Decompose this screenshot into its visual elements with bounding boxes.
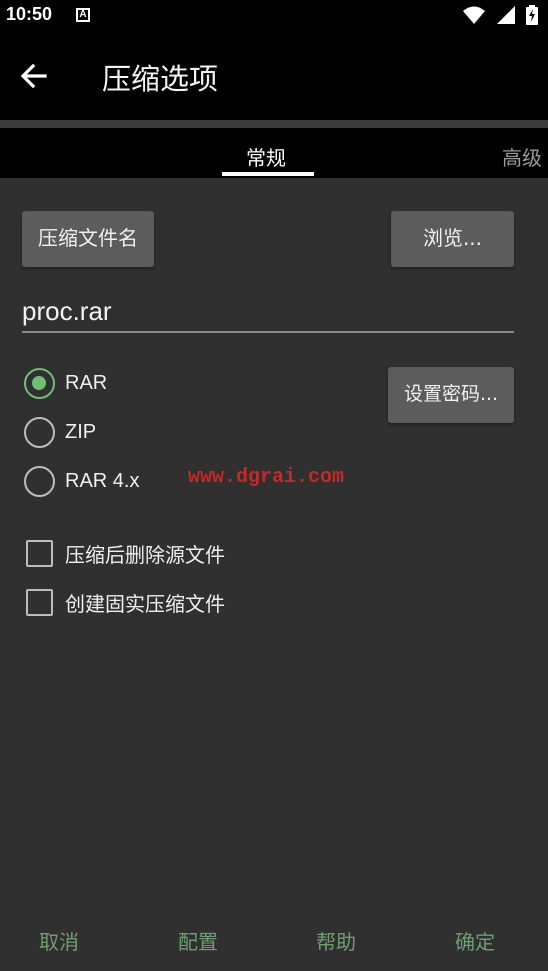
arrow-left-icon — [20, 63, 47, 89]
tab-advanced[interactable]: 高级 — [502, 142, 542, 171]
general-panel: 压缩文件名 浏览... proc.rar RAR ZIP RAR 4.x 设置密… — [0, 178, 548, 971]
checkbox-unchecked-icon — [26, 588, 53, 616]
ok-button[interactable]: 确定 — [455, 926, 495, 955]
cancel-button[interactable]: 取消 — [39, 926, 79, 955]
status-time: 10:50 — [6, 4, 53, 24]
format-label-rar4: RAR 4.x — [65, 469, 140, 492]
format-radio-zip[interactable]: ZIP — [24, 415, 96, 449]
delete-after-archiving-checkbox[interactable]: 压缩后删除源文件 — [26, 538, 225, 568]
watermark: www.dgrai.com — [188, 466, 345, 489]
format-label-zip: ZIP — [65, 420, 97, 443]
browse-button[interactable]: 浏览... — [391, 211, 514, 267]
format-radio-rar[interactable]: RAR — [24, 366, 107, 400]
status-bar: 10:50 A — [0, 0, 548, 30]
profiles-button[interactable]: 配置 — [178, 926, 218, 955]
radio-checked-icon — [24, 367, 55, 399]
app-bar: 压缩选项 — [0, 30, 548, 120]
format-label-rar: RAR — [65, 371, 108, 394]
tab-general[interactable]: 常规 — [246, 142, 286, 171]
notification-icon: A — [76, 8, 90, 22]
radio-unchecked-icon — [24, 465, 55, 497]
divider — [0, 120, 548, 128]
signal-icon — [497, 6, 515, 24]
wifi-icon — [463, 6, 485, 24]
tab-indicator — [222, 172, 314, 176]
create-solid-archive-label: 创建固实压缩文件 — [65, 591, 225, 616]
create-solid-archive-checkbox[interactable]: 创建固实压缩文件 — [26, 587, 225, 617]
tab-bar: 常规 高级 — [0, 128, 548, 178]
radio-unchecked-icon — [24, 416, 55, 448]
checkbox-unchecked-icon — [26, 539, 53, 567]
archive-name-button[interactable]: 压缩文件名 — [22, 211, 154, 267]
delete-after-archiving-label: 压缩后删除源文件 — [65, 542, 225, 567]
help-button[interactable]: 帮助 — [316, 926, 356, 955]
page-title: 压缩选项 — [102, 62, 219, 96]
set-password-button[interactable]: 设置密码... — [388, 367, 514, 423]
status-icons — [462, 5, 538, 25]
format-radio-rar4[interactable]: RAR 4.x — [24, 464, 139, 498]
battery-icon — [526, 5, 538, 25]
back-button[interactable] — [16, 58, 52, 94]
archive-name-input[interactable]: proc.rar — [22, 291, 514, 333]
